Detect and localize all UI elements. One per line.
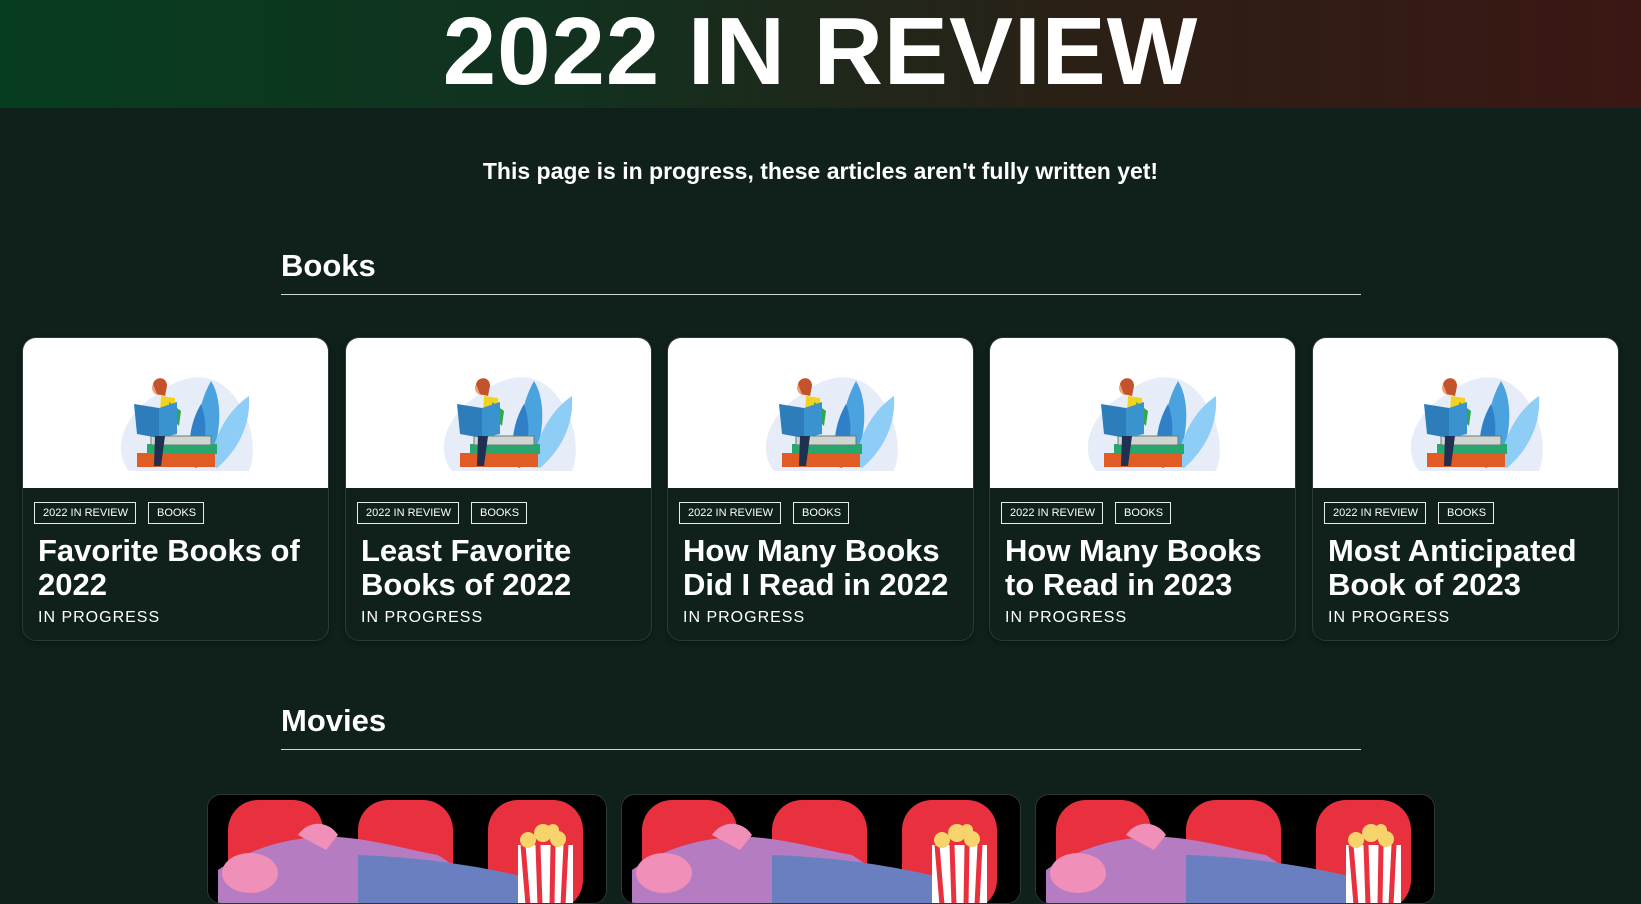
reading-person-icon bbox=[443, 377, 576, 471]
tag-list: 2022 IN REVIEW BOOKS bbox=[1001, 502, 1172, 524]
tag-2022-in-review[interactable]: 2022 IN REVIEW bbox=[679, 502, 781, 524]
article-title[interactable]: Favorite Books of 2022 bbox=[38, 534, 323, 602]
movie-card[interactable] bbox=[1035, 794, 1435, 904]
tag-2022-in-review[interactable]: 2022 IN REVIEW bbox=[357, 502, 459, 524]
article-status: IN PROGRESS bbox=[38, 609, 161, 626]
article-card[interactable]: 2022 IN REVIEW BOOKS How Many Books to R… bbox=[989, 337, 1296, 641]
reading-person-icon bbox=[1087, 377, 1220, 471]
tag-list: 2022 IN REVIEW BOOKS bbox=[679, 502, 850, 524]
in-progress-notice: This page is in progress, these articles… bbox=[482, 158, 1159, 184]
tag-books[interactable]: BOOKS bbox=[1437, 502, 1495, 524]
page-banner: 2022 IN REVIEW bbox=[0, 0, 1641, 108]
cinema-popcorn-icon bbox=[1036, 795, 1434, 903]
tag-2022-in-review[interactable]: 2022 IN REVIEW bbox=[1324, 502, 1426, 524]
movie-card[interactable] bbox=[621, 794, 1021, 904]
article-thumbnail bbox=[23, 338, 328, 488]
article-status: IN PROGRESS bbox=[361, 609, 484, 626]
movie-card[interactable] bbox=[207, 794, 607, 904]
article-card[interactable]: 2022 IN REVIEW BOOKS Most Anticipated Bo… bbox=[1312, 337, 1619, 641]
article-title[interactable]: Least Favorite Books of 2022 bbox=[361, 534, 646, 602]
tag-list: 2022 IN REVIEW BOOKS bbox=[1324, 502, 1495, 524]
article-thumbnail bbox=[1313, 338, 1618, 488]
movies-section-header: Movies bbox=[281, 703, 1361, 750]
reading-person-icon bbox=[765, 377, 898, 471]
tag-books[interactable]: BOOKS bbox=[792, 502, 850, 524]
article-thumbnail bbox=[668, 338, 973, 488]
books-section-header: Books bbox=[281, 248, 1361, 295]
reading-person-icon bbox=[120, 377, 253, 471]
tag-list: 2022 IN REVIEW BOOKS bbox=[34, 502, 205, 524]
tag-list: 2022 IN REVIEW BOOKS bbox=[357, 502, 528, 524]
tag-books[interactable]: BOOKS bbox=[1114, 502, 1172, 524]
reading-person-icon bbox=[1410, 377, 1543, 471]
article-thumbnail bbox=[990, 338, 1295, 488]
books-section-title: Books bbox=[281, 248, 376, 283]
cinema-popcorn-icon bbox=[208, 795, 606, 903]
tag-2022-in-review[interactable]: 2022 IN REVIEW bbox=[1001, 502, 1103, 524]
cinema-popcorn-icon bbox=[622, 795, 1020, 903]
page-title: 2022 IN REVIEW bbox=[442, 0, 1199, 105]
article-thumbnail bbox=[346, 338, 651, 488]
article-card[interactable]: 2022 IN REVIEW BOOKS Favorite Books of 2… bbox=[22, 337, 329, 641]
tag-books[interactable]: BOOKS bbox=[470, 502, 528, 524]
article-title[interactable]: Most Anticipated Book of 2023 bbox=[1328, 534, 1613, 602]
article-title[interactable]: How Many Books to Read in 2023 bbox=[1005, 534, 1290, 602]
movies-section-title: Movies bbox=[281, 703, 387, 738]
tag-books[interactable]: BOOKS bbox=[147, 502, 205, 524]
article-status: IN PROGRESS bbox=[1328, 609, 1451, 626]
books-card-row: 2022 IN REVIEW BOOKS Favorite Books of 2… bbox=[22, 337, 1622, 641]
article-status: IN PROGRESS bbox=[683, 609, 806, 626]
article-title[interactable]: How Many Books Did I Read in 2022 bbox=[683, 534, 968, 602]
article-status: IN PROGRESS bbox=[1005, 609, 1128, 626]
article-card[interactable]: 2022 IN REVIEW BOOKS How Many Books Did … bbox=[667, 337, 974, 641]
tag-2022-in-review[interactable]: 2022 IN REVIEW bbox=[34, 502, 136, 524]
article-card[interactable]: 2022 IN REVIEW BOOKS Least Favorite Book… bbox=[345, 337, 652, 641]
